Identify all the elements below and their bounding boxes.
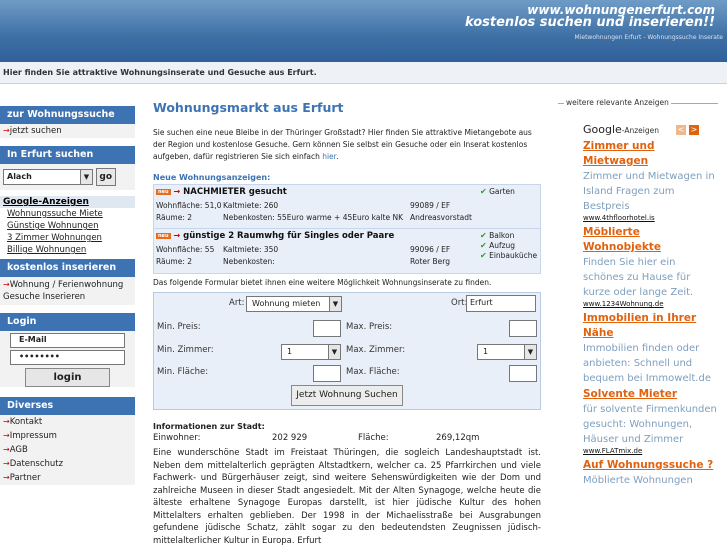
- go-button[interactable]: go: [95, 168, 116, 186]
- kontakt-link[interactable]: →Kontakt: [0, 415, 135, 429]
- login-button[interactable]: login: [25, 368, 110, 387]
- city-info-heading: Informationen zur Stadt:: [153, 422, 265, 431]
- ad-item[interactable]: Zimmer und Mietwagen Zimmer und Mietwage…: [558, 139, 718, 222]
- main-content: Wohnungsmarkt aus Erfurt Sie suchen eine…: [153, 100, 541, 545]
- min-rooms-select[interactable]: 1 ▼: [281, 344, 341, 360]
- datenschutz-link[interactable]: →Datenschutz: [0, 457, 135, 471]
- chevron-down-icon: ▼: [329, 297, 341, 311]
- ad-link-3-zimmer[interactable]: 3 Zimmer Wohnungen: [0, 232, 135, 244]
- chevron-down-icon: ▼: [524, 345, 536, 359]
- ad-item[interactable]: Möblierte Wohnobjekte Finden Sie hier ei…: [558, 225, 718, 308]
- new-badge: neu: [156, 188, 171, 195]
- subtitle: Hier finden Sie attraktive Wohnungsinser…: [3, 68, 317, 77]
- ad-link-wohnungssuche-miete[interactable]: Wohnungssuche Miete: [0, 208, 135, 220]
- arrow-icon: →: [3, 280, 10, 289]
- ad-link-billige-wohnungen[interactable]: Billige Wohnungen: [0, 244, 135, 256]
- search-box: zur Wohnungssuche →jetzt suchen: [0, 106, 135, 138]
- agb-link[interactable]: →AGB: [0, 443, 135, 457]
- page-title: Wohnungsmarkt aus Erfurt: [153, 100, 344, 115]
- chevron-down-icon: ▼: [80, 170, 92, 184]
- new-badge: neu: [156, 232, 171, 239]
- subtitle-bar: Hier finden Sie attraktive Wohnungsinser…: [0, 62, 727, 84]
- ort-input[interactable]: Erfurt: [466, 295, 536, 312]
- login-box-title: Login: [0, 313, 135, 331]
- city-stats: Einwohner: 202 929 Fläche: 269,12qm: [153, 433, 480, 443]
- city-info-text: Eine wunderschöne Stadt im Freistaat Thü…: [153, 448, 541, 545]
- google-ads-title[interactable]: Google-Anzeigen: [0, 196, 135, 208]
- register-link[interactable]: hier: [322, 152, 336, 161]
- misc-box-title: Diverses: [0, 397, 135, 415]
- google-ads-bar: Google-Anzeigen < >: [583, 123, 699, 136]
- ads-legend: weitere relevante Anzeigen: [558, 98, 718, 111]
- check-icon: ✔: [480, 187, 487, 196]
- arrow-icon: →: [3, 126, 10, 135]
- listing-title[interactable]: neu → NACHMIETER gesucht: [156, 187, 287, 197]
- max-rooms-select[interactable]: 1 ▼: [477, 344, 537, 360]
- district-select[interactable]: Alach ▼: [3, 169, 93, 185]
- insert-box: kostenlos inserieren →Wohnung / Ferienwo…: [0, 259, 135, 305]
- ad-item[interactable]: Immobilien in Ihrer Nähe Immobilien find…: [558, 311, 718, 386]
- email-field[interactable]: E-Mail: [10, 333, 125, 348]
- google-ads-box: Google-Anzeigen Wohnungssuche Miete Güns…: [0, 196, 135, 256]
- check-icon: ✔: [480, 251, 487, 260]
- jetzt-suchen-link[interactable]: →jetzt suchen: [0, 124, 135, 138]
- new-listings-heading: Neue Wohnungsanzeigen:: [153, 173, 271, 182]
- left-sidebar: zur Wohnungssuche →jetzt suchen In Erfur…: [0, 106, 135, 493]
- site-header: www.wohnungenerfurt.com kostenlos suchen…: [0, 0, 727, 62]
- check-icon: ✔: [480, 241, 487, 250]
- listing-title[interactable]: neu → günstige 2 Raumwhg für Singles ode…: [156, 231, 394, 241]
- search-form: Art: Wohnung mieten ▼ Ort: Erfurt Min. Pr…: [153, 292, 541, 410]
- city-box-title: In Erfurt suchen: [0, 146, 135, 164]
- city-box: In Erfurt suchen Alach ▼ go: [0, 146, 135, 190]
- impressum-link[interactable]: →Impressum: [0, 429, 135, 443]
- ad-link-guenstige-wohnungen[interactable]: Günstige Wohnungen: [0, 220, 135, 232]
- min-price-input[interactable]: [313, 320, 341, 337]
- search-submit-button[interactable]: Jetzt Wohnung Suchen: [291, 385, 403, 406]
- listing-card[interactable]: neu → günstige 2 Raumwhg für Singles ode…: [153, 229, 541, 274]
- max-price-input[interactable]: [509, 320, 537, 337]
- prev-ad-icon[interactable]: <: [676, 125, 686, 135]
- ad-item[interactable]: Auf Wohnungssuche ? Möblierte Wohnungen: [558, 458, 718, 488]
- search-box-title: zur Wohnungssuche: [0, 106, 135, 124]
- insert-link[interactable]: →Wohnung / Ferienwohnung Gesuche Inserie…: [0, 277, 135, 305]
- listing-card[interactable]: neu → NACHMIETER gesucht Wohnfläche: 51,…: [153, 184, 541, 229]
- login-box: Login E-Mail •••••••• login: [0, 313, 135, 387]
- misc-box: Diverses →Kontakt →Impressum →AGB →Daten…: [0, 397, 135, 485]
- intro-text: Sie suchen eine neue Bleibe in der Thüri…: [153, 128, 532, 161]
- right-ads: weitere relevante Anzeigen Google-Anzeig…: [558, 98, 718, 488]
- min-area-input[interactable]: [313, 365, 341, 382]
- google-logo: Google: [583, 123, 622, 136]
- password-field[interactable]: ••••••••: [10, 350, 125, 365]
- chevron-down-icon: ▼: [328, 345, 340, 359]
- check-icon: ✔: [480, 231, 487, 240]
- art-select[interactable]: Wohnung mieten ▼: [246, 296, 342, 312]
- form-intro: Das folgende Formular bietet ihnen eine …: [153, 278, 492, 287]
- ad-item[interactable]: Solvente Mieter für solvente Firmenkunde…: [558, 387, 718, 455]
- tagline: Mietwohnungen Erfurt - Wohnungssuche Ins…: [574, 34, 723, 41]
- max-area-input[interactable]: [509, 365, 537, 382]
- insert-box-title: kostenlos inserieren: [0, 259, 135, 277]
- partner-link[interactable]: →Partner: [0, 471, 135, 485]
- next-ad-icon[interactable]: >: [689, 125, 699, 135]
- slogan: kostenlos suchen und inserieren!!: [465, 15, 715, 30]
